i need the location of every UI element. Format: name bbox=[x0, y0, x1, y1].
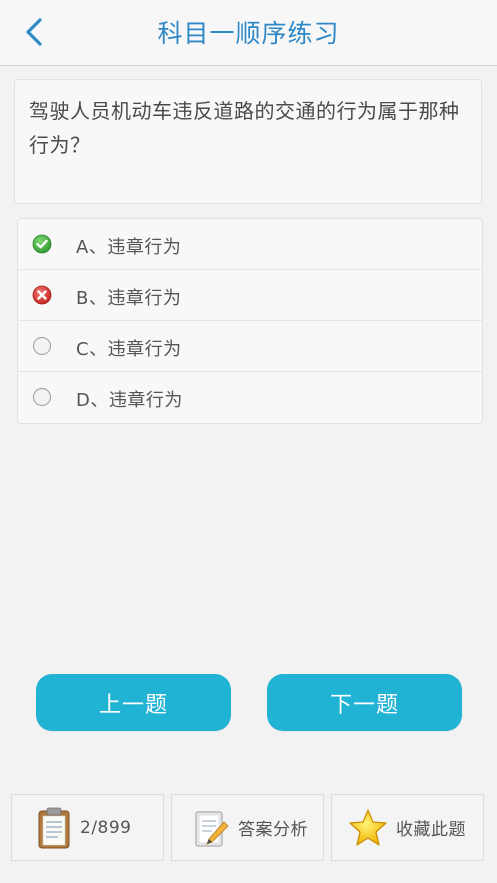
clipboard-icon bbox=[38, 807, 70, 848]
analysis-label: 答案分析 bbox=[238, 820, 308, 840]
option-label: B、违章行为 bbox=[76, 288, 182, 309]
option-a[interactable]: A、违章行为 bbox=[18, 219, 482, 270]
question-text: 驾驶人员机动车违反道路的交通的行为属于那种行为？ bbox=[29, 99, 460, 157]
question-card: 驾驶人员机动车违反道路的交通的行为属于那种行为？ bbox=[14, 79, 482, 204]
progress-button[interactable]: 2/899 bbox=[11, 794, 164, 861]
page-title: 科目一顺序练习 bbox=[157, 19, 340, 48]
prev-question-button[interactable]: 上一题 bbox=[36, 674, 231, 731]
star-icon bbox=[349, 808, 387, 846]
radio-empty-icon bbox=[32, 336, 52, 356]
next-question-button[interactable]: 下一题 bbox=[267, 674, 462, 731]
radio-empty-icon bbox=[32, 387, 52, 407]
option-label: C、违章行为 bbox=[76, 339, 182, 360]
option-b[interactable]: B、违章行为 bbox=[18, 270, 482, 321]
cross-circle-icon bbox=[32, 285, 52, 305]
practice-screen: 科目一顺序练习 驾驶人员机动车违反道路的交通的行为属于那种行为？ A、违章行为 bbox=[0, 0, 497, 883]
options-list: A、违章行为 B、违章行为 C、违章行为 D、违章行为 bbox=[17, 218, 483, 424]
option-label: D、违章行为 bbox=[76, 390, 183, 411]
answer-analysis-button[interactable]: 答案分析 bbox=[171, 794, 324, 861]
progress-count: 2/899 bbox=[80, 817, 132, 838]
favorite-question-button[interactable]: 收藏此题 bbox=[331, 794, 484, 861]
option-label: A、违章行为 bbox=[76, 237, 182, 258]
option-d[interactable]: D、违章行为 bbox=[18, 372, 482, 423]
option-c[interactable]: C、违章行为 bbox=[18, 321, 482, 372]
check-circle-icon bbox=[32, 234, 52, 254]
header-bar: 科目一顺序练习 bbox=[0, 0, 497, 66]
favorite-label: 收藏此题 bbox=[396, 820, 466, 840]
notepad-pencil-icon bbox=[195, 811, 229, 846]
